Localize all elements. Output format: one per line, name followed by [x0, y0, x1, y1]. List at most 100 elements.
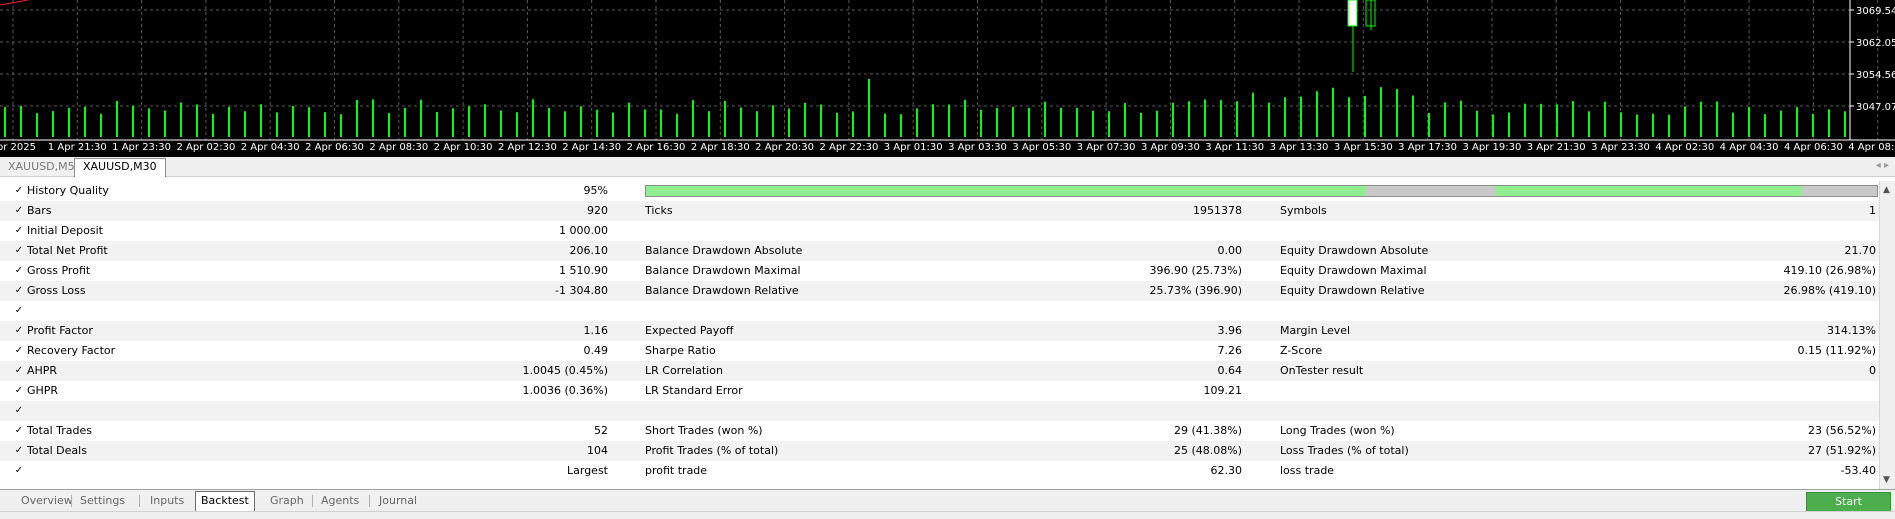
- report-row: ✓ Profit Factor 1.16 Expected Payoff 3.96 Mar…: [0, 321, 1880, 341]
- time-axis-label: 2 Apr 06:30: [305, 142, 364, 153]
- metric-label: Equity Drawdown Maximal: [1280, 264, 1427, 277]
- metric-label: Symbols: [1280, 204, 1327, 217]
- start-button[interactable]: Start: [1806, 492, 1891, 512]
- metric-value: 920: [587, 204, 608, 217]
- time-axis-label: 3 Apr 21:30: [1527, 142, 1586, 153]
- report-row: ✓ Gross Profit 1 510.90 Balance Drawdown Ma…: [0, 261, 1880, 281]
- check-icon: ✓: [14, 365, 24, 376]
- tab-settings[interactable]: Settings: [75, 492, 130, 510]
- metric-label: Total Net Profit: [27, 244, 108, 257]
- history-quality-label: History Quality: [27, 184, 109, 197]
- metric-label: Gross Profit: [27, 264, 91, 277]
- chevron-right-icon[interactable]: ▸: [1884, 160, 1889, 171]
- time-axis-label: 3 Apr 03:30: [948, 142, 1007, 153]
- metric-value: 0.64: [1217, 364, 1243, 377]
- chevron-left-icon[interactable]: ◂: [1876, 160, 1881, 171]
- report-row: ✓ Bars 920 Ticks 1951378 Symbols 1: [0, 201, 1880, 221]
- check-icon: ✓: [14, 445, 24, 456]
- metric-value: 419.10 (26.98%): [1783, 264, 1876, 277]
- time-axis-label: 4 Apr 06:30: [1784, 142, 1843, 153]
- time-axis-label: 2 Apr 14:30: [562, 142, 621, 153]
- time-axis-label: 2 Apr 16:30: [627, 142, 686, 153]
- metric-label: Profit Trades (% of total): [645, 444, 779, 457]
- metric-label: Expected Payoff: [645, 324, 734, 337]
- metric-value: 25.73% (396.90): [1149, 284, 1242, 297]
- metric-value: 1 510.90: [559, 264, 608, 277]
- metric-value: 1.0045 (0.45%): [522, 364, 608, 377]
- metric-value: 26.98% (419.10): [1783, 284, 1876, 297]
- metric-value: 1: [1869, 204, 1876, 217]
- time-axis-label: 2 Apr 12:30: [498, 142, 557, 153]
- metric-value: 1.0036 (0.36%): [522, 384, 608, 397]
- tab-backtest[interactable]: Backtest: [195, 491, 255, 513]
- symbol-tab-xauusd-m5[interactable]: XAUUSD,M5: [0, 159, 83, 175]
- time-axis-label: 3 Apr 09:30: [1141, 142, 1200, 153]
- check-icon: ✓: [14, 185, 24, 196]
- metric-label: Initial Deposit: [27, 224, 103, 237]
- chart-canvas[interactable]: Apr 2025 1 Apr 21:30 1 Apr 23:30 2 Apr 02:3…: [0, 0, 1895, 157]
- scroll-up-icon[interactable]: ▲: [1883, 185, 1890, 195]
- price-axis-label: 3054.56: [1856, 70, 1895, 81]
- time-axis-label: 2 Apr 08:30: [369, 142, 428, 153]
- tab-graph[interactable]: Graph: [265, 492, 309, 510]
- metric-label: profit trade: [645, 464, 708, 477]
- metric-label: AHPR: [27, 364, 58, 377]
- quality-bar-segment: [1495, 186, 1801, 196]
- time-axis-label: 4 Apr 08:30: [1848, 142, 1895, 153]
- metric-value: 7.26: [1217, 344, 1243, 357]
- metric-value: 0.15 (11.92%): [1797, 344, 1876, 357]
- tab-scroll-arrows[interactable]: ◂ ▸: [1876, 160, 1889, 171]
- metric-value: [1000, 221, 1242, 241]
- report-row-history-quality: ✓ History Quality 95%: [0, 181, 1880, 201]
- metric-value: [1000, 401, 1242, 421]
- time-axis-label: 2 Apr 10:30: [434, 142, 493, 153]
- report-row: ✓ Initial Deposit 1 000.00: [0, 221, 1880, 241]
- metric-label: loss trade: [1280, 464, 1335, 477]
- time-axis-label: 4 Apr 02:30: [1655, 142, 1714, 153]
- report-row: ✓ Largest profit trade 62.30 loss trade -53.4…: [0, 461, 1880, 481]
- metric-label: OnTester result: [1280, 364, 1364, 377]
- metric-label: Short Trades (won %): [645, 424, 763, 437]
- symbol-tab-xauusd-m30[interactable]: XAUUSD,M30: [74, 158, 166, 177]
- tab-agents[interactable]: Agents: [316, 492, 364, 510]
- report-scrollbar[interactable]: ▲ ▼: [1879, 181, 1895, 489]
- metric-value: 0.49: [583, 344, 609, 357]
- time-axis-label: 2 Apr 18:30: [691, 142, 750, 153]
- time-axis-label: 4 Apr 04:30: [1720, 142, 1779, 153]
- check-icon: ✓: [14, 405, 24, 416]
- report-row: ✓ Total Deals 104 Profit Trades (% of total…: [0, 441, 1880, 461]
- metric-value: [1600, 221, 1876, 241]
- time-axis-label: 2 Apr 20:30: [755, 142, 814, 153]
- metric-value: [400, 401, 608, 421]
- time-axis-label: 2 Apr 22:30: [819, 142, 878, 153]
- metric-value: 314.13%: [1827, 324, 1876, 337]
- price-chart[interactable]: Apr 2025 1 Apr 21:30 1 Apr 23:30 2 Apr 02:3…: [0, 0, 1895, 157]
- check-icon: ✓: [14, 465, 24, 476]
- history-quality-bar: [645, 185, 1878, 197]
- metric-value: [1600, 381, 1876, 401]
- metric-label: LR Correlation: [645, 364, 723, 377]
- metric-label: Equity Drawdown Relative: [1280, 284, 1425, 297]
- metric-label: Loss Trades (% of total): [1280, 444, 1409, 457]
- metric-value: 109.21: [1203, 384, 1243, 397]
- check-icon: ✓: [14, 225, 24, 236]
- check-icon: ✓: [14, 345, 24, 356]
- metric-value: 23 (56.52%): [1807, 424, 1876, 437]
- tab-journal[interactable]: Journal: [374, 492, 422, 510]
- time-axis-label: 3 Apr 07:30: [1077, 142, 1136, 153]
- metric-label: Long Trades (won %): [1280, 424, 1395, 437]
- check-icon: ✓: [14, 305, 24, 316]
- report-row: ✓ Total Net Profit 206.10 Balance Drawdown …: [0, 241, 1880, 261]
- candle-body: [1347, 0, 1358, 27]
- scroll-down-icon[interactable]: ▼: [1883, 475, 1890, 485]
- time-axis-label: 1 Apr 21:30: [48, 142, 107, 153]
- time-axis-label: 3 Apr 01:30: [884, 142, 943, 153]
- time-axis-label: 3 Apr 11:30: [1205, 142, 1264, 153]
- tab-inputs[interactable]: Inputs: [145, 492, 189, 510]
- metric-label: Balance Drawdown Absolute: [645, 244, 803, 257]
- check-icon: ✓: [14, 285, 24, 296]
- report-row: ✓ AHPR 1.0045 (0.45%) LR Correlation 0.64 OnT…: [0, 361, 1880, 381]
- tab-overview[interactable]: Overview: [16, 492, 78, 510]
- tab-separator: [139, 495, 140, 507]
- metric-label: Margin Level: [1280, 324, 1351, 337]
